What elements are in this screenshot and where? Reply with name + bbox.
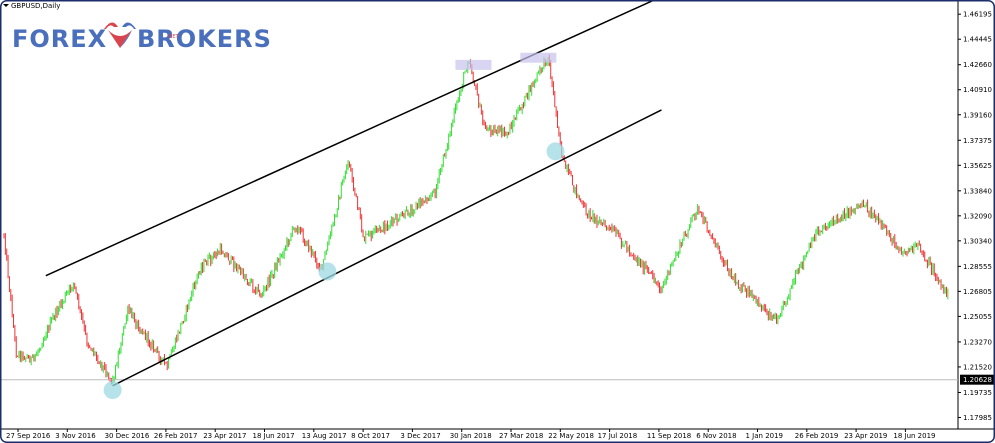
time-tick-label: 17 Jul 2018 [598,432,638,440]
time-tick-label: 18 Jun 2019 [893,432,935,440]
price-tick-label: 1.40910 [963,86,992,94]
peak-highlight-box [520,52,557,63]
price-tick-label: 1.39160 [963,111,992,119]
logo-text-brokers: BROKERS [137,25,272,53]
forexbrokers-watermark: FOREX BROKERS .NET [12,22,272,53]
time-tick-label: 13 Aug 2017 [302,432,347,440]
time-tick-label: 1 Jan 2019 [746,432,784,440]
time-tick-label: 30 Jan 2018 [450,432,492,440]
price-tick-label: 1.30340 [963,237,992,245]
time-tick-label: 6 Nov 2018 [696,432,736,440]
price-tick-label: 1.28555 [963,263,992,271]
time-tick-label: 11 Sep 2018 [647,432,691,440]
chart-window: 1.46195 1.44445 1.42660 1.40910 1.39160 1.373… [0,0,995,443]
price-tick-label: 1.37375 [963,137,992,145]
price-tick-label: 1.35625 [963,162,992,170]
logo-text-forex: FOREX [12,25,107,53]
time-tick-label: 30 Dec 2016 [105,432,150,440]
price-tick-label: 1.26805 [963,288,992,296]
time-tick-label: 3 Dec 2017 [400,432,440,440]
current-price-label: 1.20628 [960,374,994,385]
price-tick-label: 1.19735 [963,389,992,397]
time-tick-label: 26 Feb 2017 [154,432,198,440]
chart-title: GBPUSD,Daily [11,2,60,10]
time-tick-label: 27 Sep 2016 [6,432,51,440]
price-tick-label: 1.42660 [963,61,992,69]
touch-point-marker [318,262,337,281]
gbpusd-daily-chart: 1.46195 1.44445 1.42660 1.40910 1.39160 1.373… [0,0,995,443]
time-tick-label: 27 Mar 2018 [499,432,543,440]
touch-point-marker [103,381,122,400]
price-tick-label: 1.44445 [963,36,992,44]
current-price-text: 1.20628 [963,376,992,384]
time-tick-label: 23 Apr 2019 [844,432,887,440]
time-tick-label: 26 Feb 2019 [795,432,839,440]
chart-title-group: GBPUSD,Daily [3,2,60,10]
peak-highlight-box [455,59,492,70]
price-tick-label: 1.23270 [963,338,992,346]
price-tick-label: 1.21520 [963,363,992,371]
price-tick-label: 1.32090 [963,212,992,220]
price-tick-label: 1.46195 [963,11,992,19]
time-tick-label: 3 Nov 2016 [55,432,96,440]
price-tick-label: 1.33840 [963,187,992,195]
price-tick-label: 1.17985 [963,414,992,422]
chart-background [0,0,995,443]
time-tick-label: 8 Oct 2017 [351,432,390,440]
time-tick-label: 22 May 2018 [548,432,594,440]
time-tick-label: 18 Jun 2017 [253,432,295,440]
touch-point-marker [546,142,565,161]
logo-net-badge: .NET [167,34,179,40]
time-tick-label: 23 Apr 2017 [203,432,246,440]
price-tick-label: 1.25055 [963,313,992,321]
